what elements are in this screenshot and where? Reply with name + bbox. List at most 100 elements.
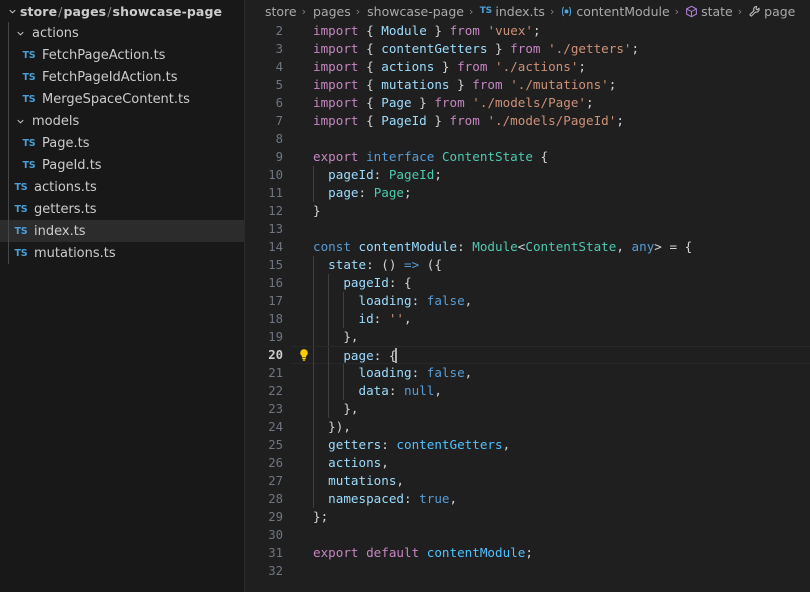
line-number: 12 bbox=[268, 204, 283, 218]
line-number: 16 bbox=[268, 276, 283, 290]
code-line[interactable]: 14 const contentModule: Module<ContentSta… bbox=[245, 238, 810, 256]
code-token: actions bbox=[381, 59, 435, 74]
code-line[interactable]: 20 page: { bbox=[245, 346, 810, 365]
code-line[interactable]: 2 import { Module } from 'vuex'; bbox=[245, 22, 810, 40]
code-token: import bbox=[313, 95, 359, 110]
code-text-container bbox=[291, 130, 810, 148]
code-line[interactable]: 11 page: Page; bbox=[245, 184, 810, 202]
code-token: ; bbox=[586, 95, 594, 110]
code-token: './actions' bbox=[495, 59, 579, 74]
code-line[interactable]: 17 loading: false, bbox=[245, 292, 810, 310]
code-text-container: namespaced: true, bbox=[291, 490, 810, 508]
line-number: 23 bbox=[268, 402, 283, 416]
code-text: loading: false, bbox=[313, 292, 810, 310]
code-line[interactable]: 18 id: '', bbox=[245, 310, 810, 328]
tree-item-Page-ts[interactable]: TS Page.ts bbox=[0, 132, 244, 154]
code-line[interactable]: 23 }, bbox=[245, 400, 810, 418]
code-token: from bbox=[472, 77, 503, 92]
line-number: 5 bbox=[275, 78, 283, 92]
code-line[interactable]: 16 pageId: { bbox=[245, 274, 810, 292]
code-line[interactable]: 5 import { mutations } from './mutations'… bbox=[245, 76, 810, 94]
tree-item-models[interactable]: models bbox=[0, 110, 244, 132]
line-number: 8 bbox=[275, 132, 283, 146]
code-line[interactable]: 22 data: null, bbox=[245, 382, 810, 400]
code-text: }, bbox=[313, 328, 810, 346]
code-token: : bbox=[404, 491, 420, 506]
breadcrumb-item-store[interactable]: store bbox=[263, 4, 297, 19]
tree-item-actions[interactable]: actions bbox=[0, 22, 244, 44]
tree-item-mutations-ts[interactable]: TS mutations.ts bbox=[0, 242, 244, 264]
code-line[interactable]: 24 }), bbox=[245, 418, 810, 436]
chevron-down-icon[interactable] bbox=[12, 110, 28, 132]
explorer-folder-header[interactable]: store / pages / showcase-page bbox=[0, 0, 244, 22]
code-line[interactable]: 27 mutations, bbox=[245, 472, 810, 490]
code-line[interactable]: 29}; bbox=[245, 508, 810, 526]
tree-indent bbox=[0, 88, 20, 110]
code-token: > = { bbox=[654, 239, 693, 254]
code-token: pageId bbox=[343, 275, 389, 290]
breadcrumb-label: page bbox=[764, 3, 796, 19]
code-line[interactable]: 8 bbox=[245, 130, 810, 148]
code-line[interactable]: 12} bbox=[245, 202, 810, 220]
breadcrumb-item-pages[interactable]: pages bbox=[311, 4, 351, 19]
breadcrumb-item-index-ts[interactable]: TS index.ts bbox=[478, 4, 545, 19]
code-token: import bbox=[313, 113, 359, 128]
tree-item-label: models bbox=[32, 113, 80, 129]
code-line[interactable]: 30 bbox=[245, 526, 810, 544]
line-number: 9 bbox=[275, 150, 283, 164]
tree-indent bbox=[0, 44, 20, 66]
code-token: } bbox=[411, 95, 435, 110]
code-line[interactable]: 9 export interface ContentState { bbox=[245, 148, 810, 166]
code-line[interactable]: 10 pageId: PageId; bbox=[245, 166, 810, 184]
code-token: from bbox=[510, 41, 541, 56]
code-line[interactable]: 3 import { contentGetters } from './gette… bbox=[245, 40, 810, 58]
code-text-container bbox=[291, 526, 810, 544]
tree-item-PageId-ts[interactable]: TS PageId.ts bbox=[0, 154, 244, 176]
code-line[interactable]: 21 loading: false, bbox=[245, 364, 810, 382]
code-line[interactable]: 19 }, bbox=[245, 328, 810, 346]
breadcrumb-item-showcase-page[interactable]: showcase-page bbox=[365, 4, 464, 19]
chevron-down-icon[interactable] bbox=[4, 0, 20, 22]
code-token: , bbox=[404, 311, 412, 326]
tree-item-index-ts[interactable]: TS index.ts bbox=[0, 220, 244, 242]
code-text: const contentModule: Module<ContentState… bbox=[313, 238, 810, 256]
breadcrumb-item-page[interactable]: page bbox=[747, 4, 795, 19]
code-line[interactable]: 6 import { Page } from './models/Page'; bbox=[245, 94, 810, 112]
tree-item-getters-ts[interactable]: TS getters.ts bbox=[0, 198, 244, 220]
tree-item-FetchPageAction-ts[interactable]: TS FetchPageAction.ts bbox=[0, 44, 244, 66]
code-token: : bbox=[358, 185, 374, 200]
code-token: : bbox=[457, 239, 473, 254]
code-text-container: page: { bbox=[291, 346, 810, 365]
code-token: : bbox=[373, 167, 389, 182]
code-token: contentModule bbox=[426, 545, 526, 560]
code-token: false bbox=[426, 365, 465, 380]
code-line[interactable]: 25 getters: contentGetters, bbox=[245, 436, 810, 454]
code-text: id: '', bbox=[313, 310, 810, 328]
code-line[interactable]: 13 bbox=[245, 220, 810, 238]
line-number: 24 bbox=[268, 420, 283, 434]
chevron-down-icon[interactable] bbox=[12, 22, 28, 44]
code-editor[interactable]: 2 import { Module } from 'vuex'; 3 import {… bbox=[245, 22, 810, 592]
code-line[interactable]: 32 bbox=[245, 562, 810, 580]
code-line[interactable]: 15 state: () => ({ bbox=[245, 256, 810, 274]
breadcrumb-item-state[interactable]: state bbox=[684, 4, 733, 19]
tree-item-actions-ts[interactable]: TS actions.ts bbox=[0, 176, 244, 198]
code-token: } bbox=[487, 41, 511, 56]
code-line[interactable]: 31 export default contentModule; bbox=[245, 544, 810, 562]
code-line[interactable]: 28 namespaced: true, bbox=[245, 490, 810, 508]
breadcrumb-item-contentModule[interactable]: contentModule bbox=[559, 4, 670, 19]
tree-item-MergeSpaceContent-ts[interactable]: TS MergeSpaceContent.ts bbox=[0, 88, 244, 110]
line-number: 29 bbox=[268, 510, 283, 524]
code-token: mutations bbox=[381, 77, 450, 92]
code-line[interactable]: 26 actions, bbox=[245, 454, 810, 472]
code-line[interactable]: 4 import { actions } from './actions'; bbox=[245, 58, 810, 76]
tree-item-FetchPageIdAction-ts[interactable]: TS FetchPageIdAction.ts bbox=[0, 66, 244, 88]
code-token: PageId bbox=[388, 167, 435, 182]
code-token: } bbox=[434, 59, 458, 74]
code-line[interactable]: 7 import { PageId } from './models/PageId… bbox=[245, 112, 810, 130]
